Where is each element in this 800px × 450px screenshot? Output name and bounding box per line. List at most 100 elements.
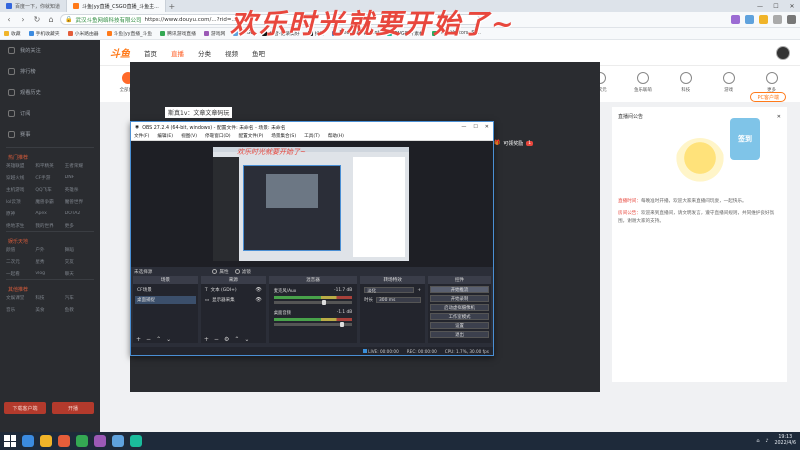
sidebar-category-link[interactable]: 魔兽争霸 <box>35 199 64 205</box>
sidebar-category-link[interactable]: DOTA2 <box>65 211 94 217</box>
sidebar-category-link[interactable]: 和平精英 <box>35 163 64 169</box>
category-item[interactable]: 更多 <box>753 72 790 93</box>
back-icon[interactable]: ‹ <box>4 15 14 25</box>
sidebar-category-link[interactable]: 一起看 <box>6 271 35 277</box>
bookmark-item[interactable]: PNG图片素材 <box>387 30 424 37</box>
taskbar-app-icon[interactable] <box>22 435 34 447</box>
sidebar-category-link[interactable]: lol云顶 <box>6 199 35 205</box>
obs-menu-item[interactable]: 视图(V) <box>181 133 197 139</box>
eye-icon[interactable]: 👁 <box>255 297 261 303</box>
sidebar-category-link[interactable]: Apex <box>35 211 64 217</box>
scene-item[interactable]: CF场景 <box>135 286 196 294</box>
history-icon[interactable] <box>773 15 782 24</box>
filters-button[interactable]: 滤镜 <box>234 269 251 275</box>
favorites-icon[interactable] <box>759 15 768 24</box>
sidebar-category-link[interactable]: 户外 <box>35 247 64 253</box>
douyu-logo[interactable]: 斗鱼 <box>110 45 130 60</box>
bookmark-item[interactable]: Free Transparent <box>332 31 379 36</box>
obs-menu-item[interactable]: 文件(F) <box>134 133 149 139</box>
category-item[interactable]: 游戏 <box>710 72 747 93</box>
download-client-button[interactable]: 下载客户端 <box>4 402 46 414</box>
sidebar-category-link[interactable]: 英雄联盟 <box>6 163 35 169</box>
home-icon[interactable]: ⌂ <box>46 15 56 25</box>
bookmark-item[interactable]: CSGO <box>233 31 254 36</box>
obs-menu-item[interactable]: 场景集合(S) <box>271 133 296 139</box>
bookmark-item[interactable]: 斗鱼|yy直播_斗鱼 <box>106 30 152 37</box>
duration-input[interactable]: 300 ms <box>376 297 422 303</box>
sidebar-item[interactable]: 赛事 <box>0 124 100 145</box>
taskbar-app-icon[interactable] <box>76 435 88 447</box>
minimize-icon[interactable]: — <box>461 124 466 130</box>
sidebar-category-link[interactable]: 聊天 <box>65 271 94 277</box>
sidebar-category-link[interactable]: vlog <box>35 271 64 277</box>
obs-menu-item[interactable]: 配置文件(P) <box>239 133 264 139</box>
sidebar-category-link[interactable]: 文娱课堂 <box>6 295 35 301</box>
control-button[interactable]: 启动虚拟摄像机 <box>430 304 489 311</box>
remove-icon[interactable]: − <box>214 336 219 343</box>
sidebar-category-link[interactable]: 舞蹈 <box>65 247 94 253</box>
nav-category[interactable]: 分类 <box>198 48 211 58</box>
sidebar-category-link[interactable]: 主机游戏 <box>6 187 35 193</box>
volume-slider[interactable] <box>273 300 353 305</box>
refresh-icon[interactable]: ↻ <box>32 15 42 25</box>
taskbar-app-icon[interactable] <box>112 435 124 447</box>
tab-baidu[interactable]: 百度一下，你就知道 <box>0 0 68 12</box>
bookmark-item[interactable]: 手机收藏夹 <box>28 30 60 37</box>
network-icon[interactable]: ⌂ <box>756 439 759 444</box>
move-down-icon[interactable]: ⌄ <box>244 336 249 343</box>
pc-client-button[interactable]: PC客户端 <box>750 92 786 102</box>
close-icon[interactable]: ✕ <box>485 124 489 130</box>
volume-slider[interactable] <box>273 322 353 327</box>
bookmark-item[interactable]: 收藏 <box>4 30 21 37</box>
minimize-icon[interactable]: — <box>752 0 768 12</box>
nav-fishbar[interactable]: 鱼吧 <box>252 48 265 58</box>
bookmark-item[interactable]: 游戏网 <box>203 30 225 37</box>
obs-preview[interactable]: 欢乐时光就要开始了~ <box>131 141 493 267</box>
sidebar-category-link[interactable]: 汽车 <box>65 295 94 301</box>
bookmark-item[interactable]: Free Vectors, St... <box>431 31 481 36</box>
sidebar-category-link[interactable]: 英雄杀 <box>65 187 94 193</box>
source-item[interactable]: T 文本 (GDI+) 👁 <box>203 286 264 294</box>
download-icon[interactable] <box>745 15 754 24</box>
avatar[interactable] <box>776 45 790 60</box>
properties-button[interactable]: 属性 <box>212 269 229 275</box>
sidebar-category-link[interactable]: 二次元 <box>6 259 35 265</box>
sidebar-category-link[interactable]: 科技 <box>35 295 64 301</box>
taskbar-app-icon[interactable] <box>58 435 70 447</box>
sidebar-item[interactable]: 观看历史 <box>0 82 100 103</box>
sidebar-category-link[interactable]: 原神 <box>6 211 35 217</box>
sidebar-category-link[interactable]: 魔兽世界 <box>65 199 94 205</box>
taskbar-app-icon[interactable] <box>130 435 142 447</box>
taskbar-app-icon[interactable] <box>40 435 52 447</box>
close-icon[interactable]: ✕ <box>777 114 781 120</box>
gear-icon[interactable]: ⚙ <box>224 336 229 343</box>
forward-icon[interactable]: › <box>18 15 28 25</box>
plus-icon[interactable]: + <box>417 288 421 293</box>
sidebar-category-link[interactable]: 音乐 <box>6 307 35 313</box>
tab-douyu[interactable]: 斗鱼|yy直播_CSGO直播_斗鱼主... <box>67 0 166 12</box>
sidebar-item[interactable]: 订阅 <box>0 103 100 124</box>
category-item[interactable]: 鱼乐联萌 <box>625 72 662 93</box>
volume-icon[interactable]: ♪ <box>765 439 768 444</box>
scene-item[interactable]: 桌面捕捉 <box>135 296 196 304</box>
source-item[interactable]: ▭ 显示器采集 👁 <box>203 296 264 304</box>
sidebar-item[interactable]: 我的关注 <box>0 40 100 61</box>
sidebar-item[interactable]: 排行榜 <box>0 61 100 82</box>
remove-icon[interactable]: − <box>146 336 151 343</box>
nav-video[interactable]: 视频 <box>225 48 238 58</box>
bookmark-item[interactable]: 抖音-记录美好 <box>262 30 300 37</box>
move-up-icon[interactable]: ⌃ <box>156 336 161 343</box>
reward-bar[interactable]: 🎁 可领奖励 1 <box>494 136 606 150</box>
url-field[interactable]: 🔒 武汉斗鱼网络科技有限公司 https://www.douyu.com/...… <box>60 14 480 25</box>
move-up-icon[interactable]: ⌃ <box>234 336 239 343</box>
sidebar-category-link[interactable]: 颜值 <box>6 247 35 253</box>
control-button[interactable]: 退出 <box>430 331 489 338</box>
nav-home[interactable]: 首页 <box>144 48 157 58</box>
taskbar-app-icon[interactable] <box>94 435 106 447</box>
transition-select[interactable]: 淡化 + <box>362 286 423 294</box>
control-button[interactable]: 工作室模式 <box>430 313 489 320</box>
bookmark-item[interactable]: 小米路由器 <box>67 30 99 37</box>
maximize-icon[interactable]: ☐ <box>473 124 477 130</box>
close-icon[interactable]: ✕ <box>784 0 800 12</box>
sidebar-category-link[interactable]: 鱼教 <box>65 307 94 313</box>
